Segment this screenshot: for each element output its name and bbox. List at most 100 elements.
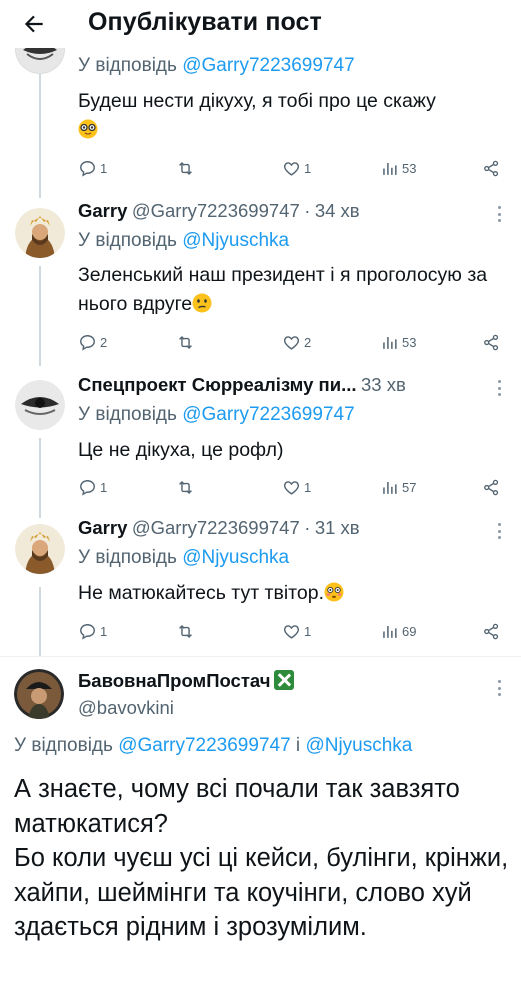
- tweet-text: Це не дікуха, це рофл): [78, 439, 284, 461]
- views-icon: [383, 336, 397, 349]
- tweet-text-content: Зеленський наш президент і я проголосую …: [78, 264, 488, 315]
- top-bar: Опублікувати пост: [0, 0, 521, 48]
- mention-link[interactable]: @Njyuschka: [182, 230, 289, 251]
- user-handle[interactable]: @Garry7223699747: [132, 200, 300, 221]
- like-count: 1: [304, 160, 312, 176]
- back-arrow-icon[interactable]: [18, 8, 50, 40]
- retweet-icon: [179, 480, 192, 494]
- mention-link[interactable]: @Garry7223699747: [118, 735, 290, 756]
- views-button[interactable]: 69: [380, 619, 416, 643]
- display-name[interactable]: БавовнаПромПостач: [78, 670, 270, 691]
- like-button[interactable]: 1: [282, 619, 311, 643]
- reply-button[interactable]: 2: [78, 330, 107, 354]
- retweet-button[interactable]: [176, 330, 198, 354]
- post-time[interactable]: 33 хв: [361, 374, 406, 395]
- separator-dot: ·: [304, 200, 311, 221]
- avatar[interactable]: [14, 669, 64, 719]
- tweet-text-content: Не матюкайтесь тут твітор.: [78, 582, 324, 604]
- mention-link[interactable]: @Garry7223699747: [182, 404, 354, 425]
- mention-link[interactable]: @Njyuschka: [305, 735, 412, 756]
- reply-count: 1: [100, 623, 108, 639]
- reply-icon: [80, 479, 95, 496]
- heart-icon: [283, 480, 300, 495]
- reply-icon: [80, 160, 95, 177]
- reply-to-label: У відповідь: [78, 230, 183, 251]
- share-icon: [484, 479, 499, 495]
- view-count: 57: [402, 479, 417, 495]
- like-button[interactable]: 1: [282, 156, 311, 180]
- nerd-face-emoji: [78, 119, 98, 139]
- reply-to-line: У відповідь @Garry7223699747: [78, 404, 355, 426]
- post-time[interactable]: 34 хв: [315, 200, 360, 221]
- share-button[interactable]: [482, 156, 501, 180]
- mention-link[interactable]: @Garry7223699747: [182, 55, 354, 76]
- main-post-name-row: БавовнаПромПостач: [78, 670, 295, 692]
- more-options-icon[interactable]: [491, 378, 507, 398]
- action-bar: 1 1 57: [78, 475, 506, 499]
- thread-line: [39, 266, 41, 366]
- like-button[interactable]: 1: [282, 475, 311, 499]
- retweet-icon: [179, 335, 192, 349]
- user-handle[interactable]: @Garry7223699747: [132, 517, 300, 538]
- reply-to-line: У відповідь @Njyuschka: [78, 547, 289, 569]
- retweet-button[interactable]: [176, 619, 198, 643]
- page-title: Опублікувати пост: [88, 8, 322, 36]
- views-icon: [383, 481, 397, 494]
- post-time[interactable]: 31 хв: [315, 517, 360, 538]
- views-icon: [383, 625, 397, 638]
- retweet-icon: [179, 624, 192, 638]
- main-post-handle-row: @bavovkini: [78, 697, 174, 719]
- flushed-face-emoji: [324, 582, 344, 602]
- reply-count: 1: [100, 160, 108, 176]
- display-name[interactable]: Garry: [78, 517, 127, 538]
- reply-button[interactable]: 1: [78, 156, 107, 180]
- user-handle[interactable]: @bavovkini: [78, 697, 174, 718]
- more-options-icon[interactable]: [491, 521, 507, 541]
- views-button[interactable]: 53: [380, 330, 416, 354]
- tweet-text: Зеленський наш президент і я проголосую …: [78, 261, 498, 319]
- more-options-icon[interactable]: [491, 678, 507, 698]
- reply-button[interactable]: 1: [78, 619, 107, 643]
- divider: [0, 656, 521, 657]
- reply-icon: [80, 334, 95, 351]
- reply-button[interactable]: 1: [78, 475, 107, 499]
- heart-icon: [283, 335, 300, 350]
- more-options-icon[interactable]: [491, 204, 507, 224]
- mention-link[interactable]: @Njyuschka: [182, 547, 289, 568]
- share-button[interactable]: [482, 475, 501, 499]
- like-count: 1: [304, 479, 312, 495]
- action-bar: 2 2 53: [78, 330, 506, 354]
- avatar[interactable]: [15, 208, 65, 258]
- view-count: 53: [402, 160, 417, 176]
- reply-to-label: У відповідь: [14, 735, 119, 756]
- view-count: 69: [402, 623, 417, 639]
- reply-to-line: У відповідь @Garry7223699747 і @Njyuschk…: [14, 735, 412, 757]
- like-count: 2: [304, 334, 312, 350]
- verified-badge-icon: [274, 670, 295, 690]
- views-button[interactable]: 53: [380, 156, 416, 180]
- thread-line: [39, 587, 41, 657]
- reply-count: 2: [100, 334, 108, 350]
- confused-face-emoji: [192, 293, 212, 313]
- tweet-text: Будеш нести дікуху, я тобі про це скажу: [78, 87, 498, 145]
- reply-to-label: У відповідь: [78, 547, 183, 568]
- like-button[interactable]: 2: [282, 330, 311, 354]
- share-button[interactable]: [482, 619, 501, 643]
- thread-line: [39, 438, 41, 518]
- display-name[interactable]: Спецпроект Сюрреалізму пи...: [78, 374, 357, 395]
- reply-count: 1: [100, 479, 108, 495]
- avatar[interactable]: [15, 524, 65, 574]
- share-icon: [484, 623, 499, 639]
- display-name[interactable]: Garry: [78, 200, 127, 221]
- retweet-button[interactable]: [176, 156, 198, 180]
- retweet-button[interactable]: [176, 475, 198, 499]
- reply-to-line: У відповідь @Garry7223699747: [78, 55, 355, 77]
- avatar[interactable]: [15, 380, 65, 430]
- tweet-header: Спецпроект Сюрреалізму пи... 33 хв: [78, 374, 406, 396]
- views-button[interactable]: 57: [380, 475, 416, 499]
- reply-to-label: У відповідь: [78, 404, 183, 425]
- share-icon: [484, 160, 499, 176]
- separator-dot: ·: [304, 517, 311, 538]
- action-bar: 1 1 69: [78, 619, 506, 643]
- share-button[interactable]: [482, 330, 501, 354]
